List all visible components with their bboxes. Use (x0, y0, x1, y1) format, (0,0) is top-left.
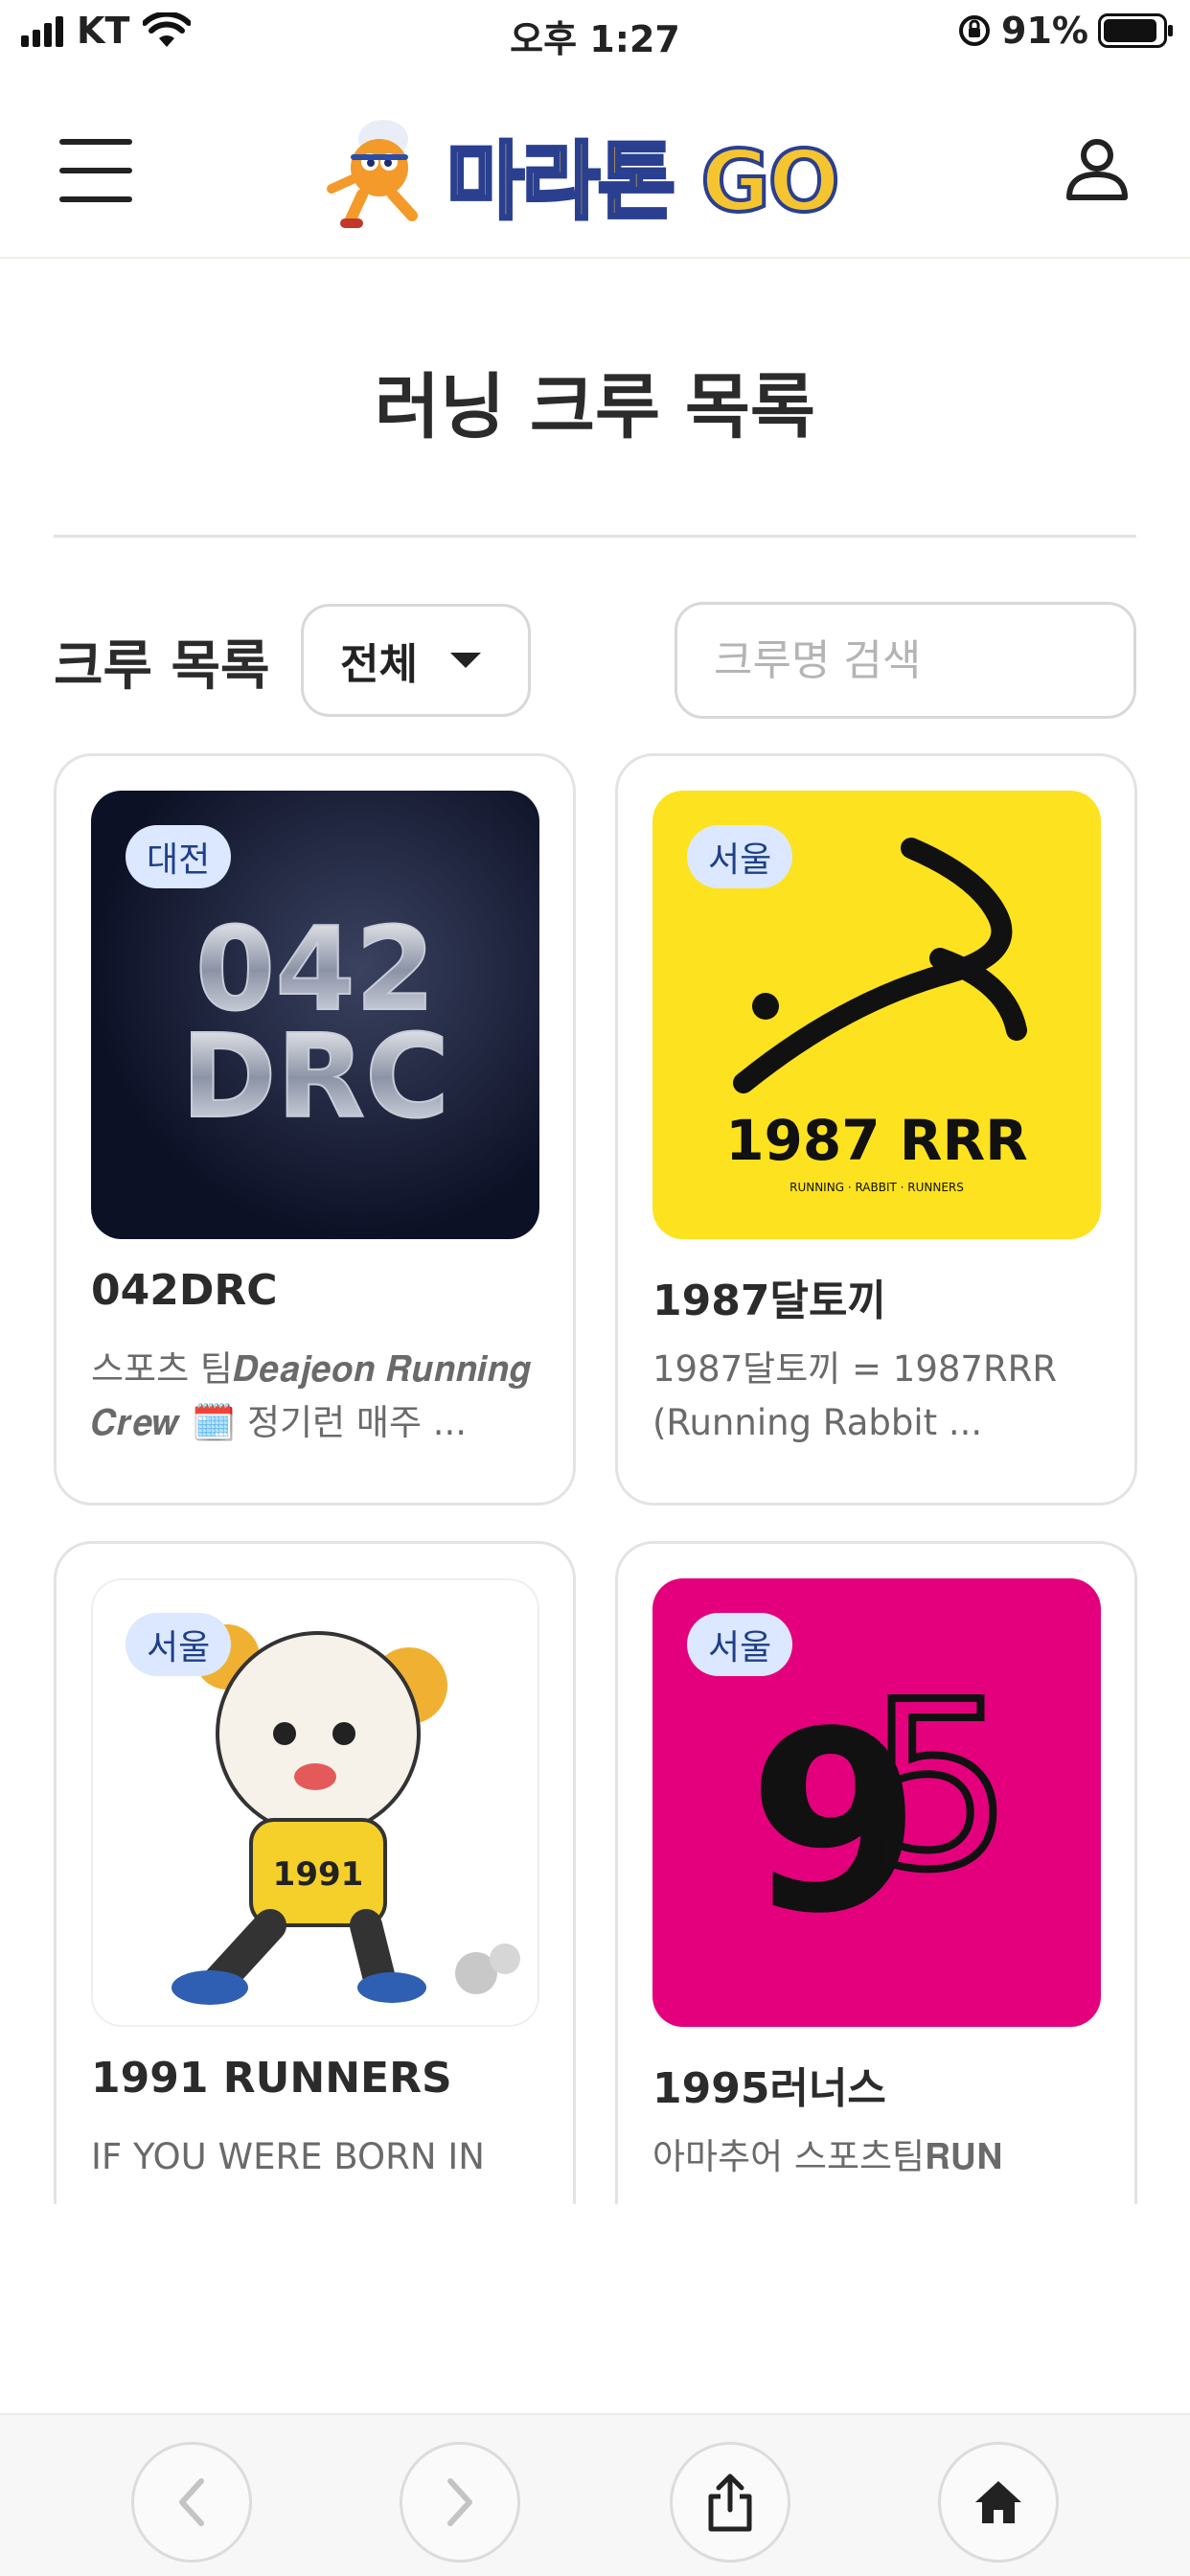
region-badge: 서울 (687, 1613, 793, 1676)
browser-bottom-bar (0, 2413, 1190, 2576)
app-header: 마라톤 GO (0, 96, 1190, 259)
svg-text:5: 5 (867, 1652, 1014, 1920)
crew-name: 1987달토끼 (652, 1276, 886, 1325)
crew-grid: 042 DRC 대전 042DRC 스포츠 팀𝑫𝒆𝒂𝒋𝒆𝒐𝒏 𝑹𝒖𝒏𝒏𝒊𝒏𝒈 𝑪… (0, 748, 1190, 2204)
app-logo[interactable]: 마라톤 GO (324, 107, 842, 242)
crew-description: 1987달토끼 = 1987RRR (Running Rabbit ... (652, 1348, 1058, 1443)
crew-name: 042DRC (91, 1266, 278, 1315)
crew-description: IF YOU WERE BORN IN (91, 2136, 485, 2177)
battery-icon (1098, 13, 1173, 48)
crew-card[interactable]: 1991 서울 1991 RUNNERS IF YOU WERE BORN IN (54, 1541, 576, 2204)
svg-text:DRC: DRC (181, 1011, 449, 1144)
region-filter-value: 전체 (340, 640, 418, 689)
crew-card[interactable]: 042 DRC 대전 042DRC 스포츠 팀𝑫𝒆𝒂𝒋𝒆𝒐𝒏 𝑹𝒖𝒏𝒏𝒊𝒏𝒈 𝑪… (54, 753, 576, 1506)
status-bar-right: 91% (957, 10, 1173, 52)
orientation-lock-icon (959, 15, 991, 46)
home-icon (975, 2481, 1021, 2523)
svg-text:1991: 1991 (273, 1855, 364, 1894)
region-badge: 서울 (687, 825, 793, 888)
share-button[interactable] (670, 2442, 790, 2563)
region-badge: 서울 (126, 1613, 232, 1676)
crew-search-input[interactable] (675, 602, 1136, 719)
battery-percent: 91% (1001, 10, 1088, 52)
chevron-right-icon (447, 2478, 472, 2526)
crew-name: 1995러너스 (652, 2064, 886, 2113)
chevron-left-icon (179, 2478, 204, 2526)
logo-text: 마라톤 GO (445, 130, 842, 233)
crew-card[interactable]: 9 5 서울 1995러너스 아마추어 스포츠팀𝐑𝐔𝐍 (615, 1541, 1137, 2204)
svg-text:1987 RRR: 1987 RRR (725, 1108, 1028, 1173)
caret-down-icon (449, 653, 481, 668)
title-divider (54, 535, 1136, 538)
crew-list-label: 크루 목록 (54, 635, 270, 698)
status-bar: KT 오후 1:27 91% (0, 0, 1190, 67)
home-button[interactable] (938, 2442, 1059, 2563)
svg-text:RUNNING · RABBIT · RUNNERS: RUNNING · RABBIT · RUNNERS (790, 1181, 964, 1194)
crew-card[interactable]: 1987 RRR RUNNING · RABBIT · RUNNERS 서울 1… (615, 753, 1137, 1506)
forward-button[interactable] (400, 2442, 520, 2563)
hamburger-menu-icon[interactable] (59, 139, 132, 202)
region-badge: 대전 (126, 825, 232, 888)
crew-description: 스포츠 팀𝑫𝒆𝒂𝒋𝒆𝒐𝒏 𝑹𝒖𝒏𝒏𝒊𝒏𝒈 𝑪𝒓𝒆𝒘 🗓️ 정기런 매주 ... (91, 1348, 532, 1443)
page-title: 러닝 크루 목록 (374, 366, 815, 448)
region-filter-dropdown[interactable]: 전체 (301, 604, 531, 717)
crew-description: 아마추어 스포츠팀𝐑𝐔𝐍 (652, 2136, 1003, 2177)
user-profile-icon[interactable] (1064, 136, 1131, 203)
back-button[interactable] (131, 2442, 252, 2563)
mascot-runner-icon (327, 120, 418, 228)
share-icon (708, 2473, 752, 2532)
crew-name: 1991 RUNNERS (91, 2054, 452, 2103)
